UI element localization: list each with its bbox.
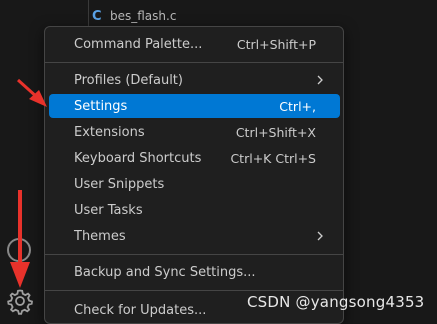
menu-item-command-palette[interactable]: Command Palette... Ctrl+Shift+P xyxy=(49,32,340,56)
menu-separator xyxy=(45,290,343,291)
menu-item-user-tasks[interactable]: User Tasks xyxy=(49,198,340,222)
menu-item-shortcut: Ctrl+, xyxy=(279,98,316,114)
menu-item-label: Settings xyxy=(74,98,128,114)
menu-item-profiles[interactable]: Profiles (Default) xyxy=(49,68,340,92)
menu-item-shortcut: Ctrl+Shift+P xyxy=(236,36,316,52)
menu-separator xyxy=(45,254,343,255)
menu-item-label: Check for Updates... xyxy=(74,302,207,318)
activity-bar xyxy=(0,0,46,324)
menu-item-label: Keyboard Shortcuts xyxy=(74,150,202,166)
menu-item-label: User Snippets xyxy=(74,176,165,192)
tree-indent-guide xyxy=(88,0,89,26)
chevron-right-icon xyxy=(317,231,323,241)
menu-item-shortcut: Ctrl+K Ctrl+S xyxy=(230,150,316,166)
explorer-file-item[interactable]: C bes_flash.c xyxy=(92,6,176,26)
gear-icon[interactable] xyxy=(6,287,34,315)
manage-menu: Command Palette... Ctrl+Shift+P Profiles… xyxy=(44,26,344,324)
menu-item-extensions[interactable]: Extensions Ctrl+Shift+X xyxy=(49,120,340,144)
file-name: bes_flash.c xyxy=(110,9,177,23)
menu-item-label: User Tasks xyxy=(74,202,143,218)
menu-item-keyboard-shortcuts[interactable]: Keyboard Shortcuts Ctrl+K Ctrl+S xyxy=(49,146,340,170)
menu-item-shortcut: Ctrl+Shift+X xyxy=(235,124,316,140)
menu-separator xyxy=(45,62,343,63)
menu-item-label: Command Palette... xyxy=(74,36,203,52)
menu-item-themes[interactable]: Themes xyxy=(49,224,340,248)
menu-item-backup-sync[interactable]: Backup and Sync Settings... xyxy=(49,260,340,284)
chevron-right-icon xyxy=(317,75,323,85)
menu-item-settings[interactable]: Settings Ctrl+, xyxy=(49,94,340,118)
c-file-icon: C xyxy=(92,8,102,24)
account-icon[interactable] xyxy=(7,238,31,262)
menu-item-label: Extensions xyxy=(74,124,145,140)
menu-item-label: Themes xyxy=(74,228,126,244)
watermark: CSDN @yangsong4353 xyxy=(247,293,425,311)
menu-item-label: Backup and Sync Settings... xyxy=(74,264,256,280)
menu-item-user-snippets[interactable]: User Snippets xyxy=(49,172,340,196)
menu-item-label: Profiles (Default) xyxy=(74,72,183,88)
